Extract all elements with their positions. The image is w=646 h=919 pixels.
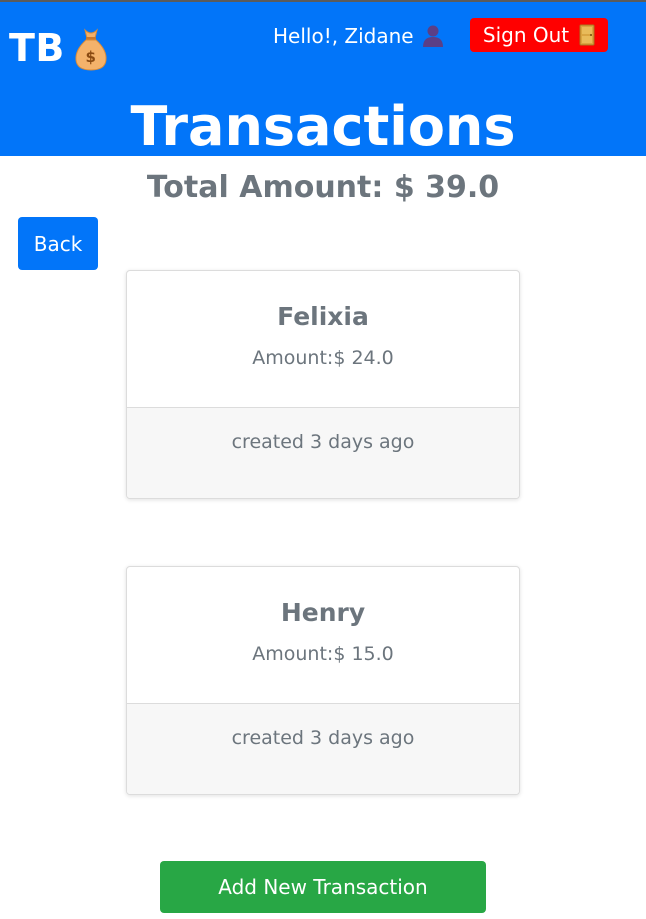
header: TB $ Hello!, Zidane Sign Out Transaction… (0, 2, 646, 158)
card-footer: created 3 days ago (127, 704, 519, 794)
money-bag-icon: $ (75, 28, 107, 71)
brand-label: TB (9, 26, 65, 70)
add-transaction-button[interactable]: Add New Transaction (160, 861, 486, 913)
total-amount: Total Amount: $ 39.0 (146, 170, 500, 205)
user-silhouette-icon (422, 25, 443, 47)
svg-text:$: $ (85, 48, 96, 66)
back-button[interactable]: Back (18, 217, 98, 270)
page-title: Transactions (130, 95, 516, 158)
sign-out-button[interactable]: Sign Out (470, 18, 608, 52)
transaction-created: created 3 days ago (231, 431, 415, 453)
card-body: Henry Amount:$ 15.0 (127, 567, 519, 704)
transaction-name: Felixia (277, 302, 369, 331)
sign-out-label: Sign Out (482, 23, 570, 47)
door-icon (579, 24, 595, 46)
card-footer: created 3 days ago (127, 408, 519, 498)
transaction-name: Henry (280, 598, 366, 627)
brand[interactable]: TB $ (9, 24, 111, 72)
transaction-amount: Amount:$ 15.0 (252, 643, 394, 665)
greeting-text: Hello!, Zidane (273, 24, 414, 48)
greeting: Hello!, Zidane (273, 22, 444, 50)
transaction-amount: Amount:$ 24.0 (252, 347, 394, 369)
transaction-card: Felixia Amount:$ 24.0 created 3 days ago (126, 270, 520, 499)
transaction-created: created 3 days ago (231, 727, 415, 749)
card-body: Felixia Amount:$ 24.0 (127, 271, 519, 408)
transaction-card: Henry Amount:$ 15.0 created 3 days ago (126, 566, 520, 795)
